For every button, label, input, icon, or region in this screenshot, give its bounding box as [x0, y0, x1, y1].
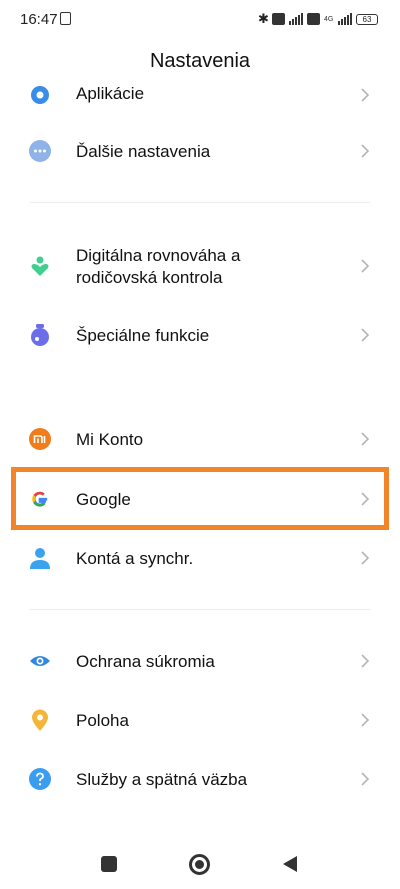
more-dots-icon: [29, 140, 51, 162]
chevron-right-icon: [358, 550, 372, 566]
network-type: 4G: [324, 15, 334, 23]
mi-logo-icon: [29, 428, 51, 450]
accessibility-icon: [29, 324, 51, 346]
volte-icon: [272, 13, 285, 25]
settings-item-label: Poloha: [76, 711, 129, 730]
status-icons: ✱ 4G 63: [258, 10, 378, 28]
eye-icon: [29, 650, 51, 672]
chevron-right-icon: [358, 87, 372, 103]
settings-item-label: Ochrana súkromia: [76, 652, 215, 671]
settings-item-label-line2: rodičovská kontrola: [76, 268, 223, 287]
settings-item-more-settings[interactable]: Ďalšie nastavenia: [0, 122, 400, 180]
chevron-right-icon: [358, 653, 372, 669]
settings-item-label: Služby a spätná väzba: [76, 770, 248, 789]
settings-item-location[interactable]: Poloha: [0, 691, 400, 749]
status-bar: 16:47 ✱ 4G 63: [0, 0, 400, 40]
back-icon[interactable]: [283, 856, 297, 872]
navigation-bar: [0, 840, 400, 889]
settings-item-accounts-sync[interactable]: Kontá a synchr.: [0, 529, 400, 587]
signal-icon: [289, 13, 303, 25]
chevron-right-icon: [358, 712, 372, 728]
settings-item-accessibility[interactable]: Špeciálne funkcie: [0, 306, 400, 364]
bluetooth-icon: ✱: [258, 11, 269, 26]
location-pin-icon: [29, 709, 51, 731]
battery-icon: 63: [356, 13, 378, 25]
signal-icon-2: [338, 13, 352, 25]
settings-item-privacy[interactable]: Ochrana súkromia: [0, 632, 400, 690]
volte-icon-2: [307, 13, 320, 25]
settings-item-services-feedback[interactable]: Služby a spätná väzba: [0, 750, 400, 808]
settings-item-apps[interactable]: Aplikácie: [0, 78, 400, 108]
recents-icon[interactable]: [101, 856, 117, 872]
section-divider: [30, 609, 370, 610]
page-title: Nastavenia: [149, 50, 251, 72]
section-divider: [30, 202, 370, 203]
chevron-right-icon: [358, 431, 372, 447]
settings-item-digital-wellbeing[interactable]: Digitálna rovnováha a rodičovská kontrol…: [0, 236, 400, 296]
digital-wellbeing-icon: [29, 255, 51, 277]
settings-item-label: Aplikácie: [76, 84, 145, 103]
settings-item-label: Špeciálne funkcie: [76, 326, 210, 345]
settings-item-mi-account[interactable]: Mi Konto: [0, 410, 400, 468]
chevron-right-icon: [358, 143, 372, 159]
chevron-right-icon: [358, 327, 372, 343]
help-icon: [29, 768, 51, 790]
settings-item-label: Kontá a synchr.: [76, 549, 194, 568]
google-highlight-frame: [11, 467, 389, 530]
settings-item-label-line1: Digitálna rovnováha a: [76, 246, 241, 265]
settings-screen: 16:47 ✱ 4G 63 Nastavenia Aplikácie Ďalši…: [0, 0, 400, 889]
settings-item-label: Mi Konto: [76, 430, 144, 449]
person-icon: [29, 547, 51, 569]
nfc-icon: [60, 12, 71, 25]
chevron-right-icon: [358, 771, 372, 787]
status-time: 16:47: [20, 11, 58, 28]
chevron-right-icon: [358, 258, 372, 274]
gear-icon: [29, 84, 51, 106]
home-icon[interactable]: [189, 854, 210, 875]
settings-item-label: Ďalšie nastavenia: [76, 142, 211, 161]
